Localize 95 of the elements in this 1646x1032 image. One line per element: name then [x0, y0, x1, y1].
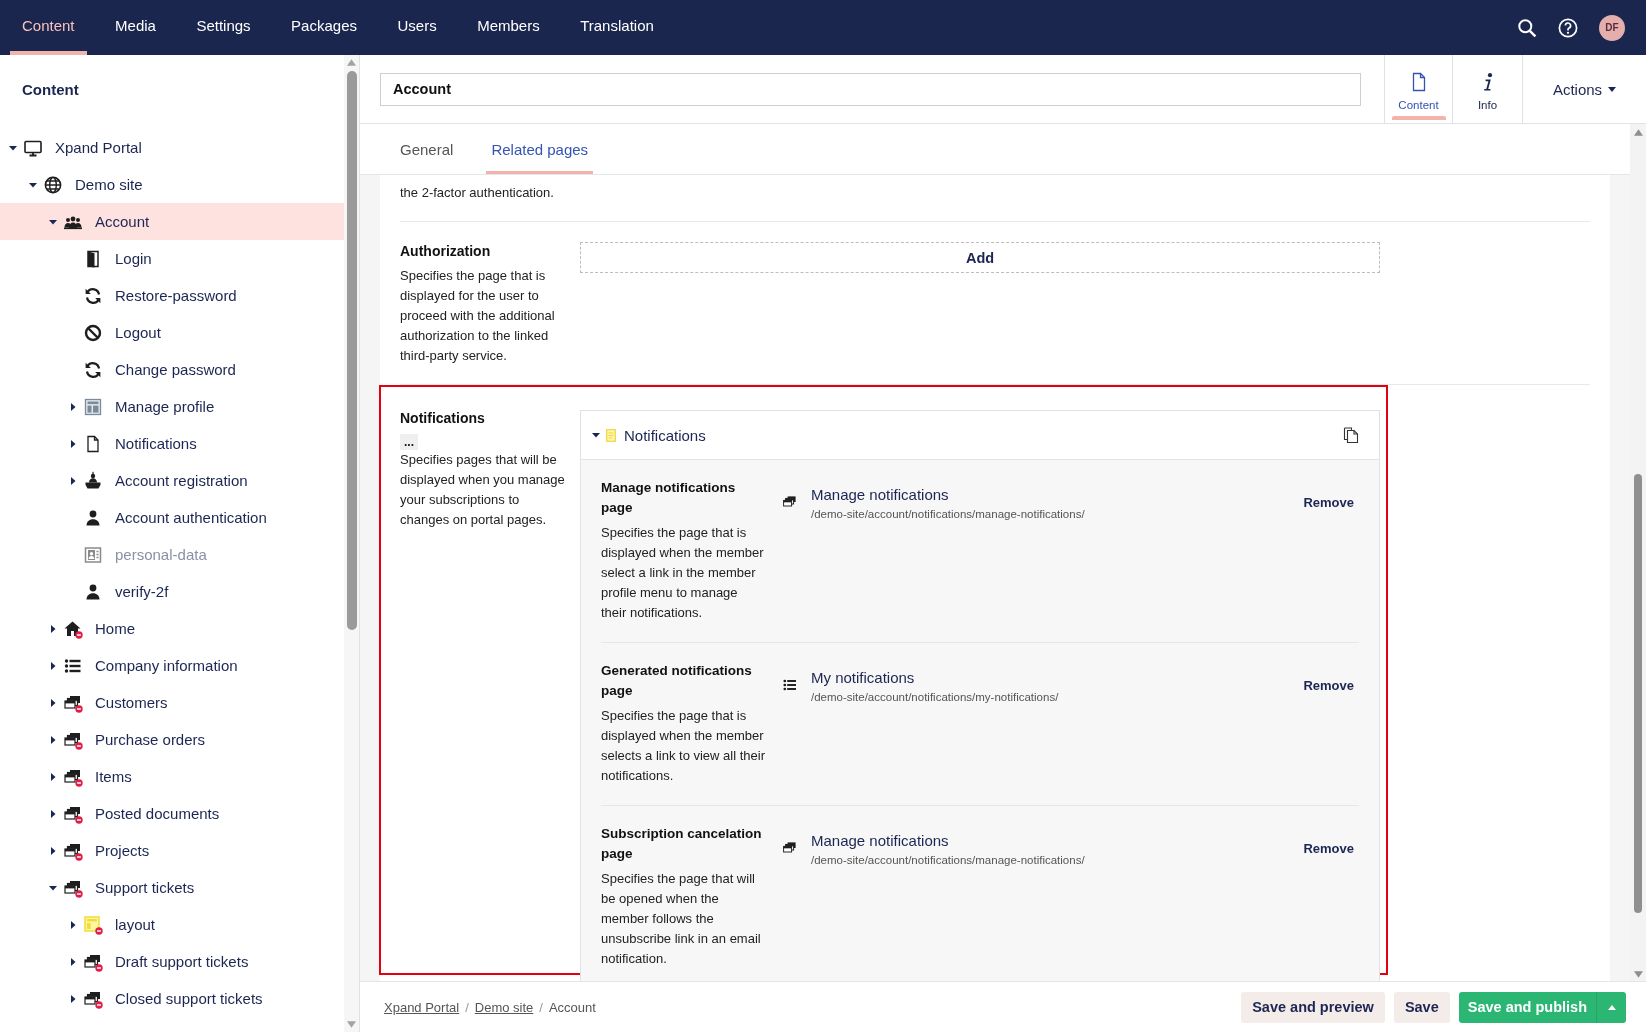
caret-icon[interactable] — [49, 661, 57, 670]
nav-tab[interactable]: Translation — [568, 0, 666, 55]
caret-icon[interactable] — [49, 809, 57, 818]
tree-item[interactable]: Login — [0, 240, 344, 277]
caret-icon[interactable] — [69, 957, 77, 966]
caret-icon[interactable] — [69, 994, 77, 1003]
help-icon[interactable] — [1558, 17, 1578, 38]
tree-item[interactable]: Change password — [0, 351, 344, 388]
caret-icon[interactable] — [49, 698, 57, 707]
scrollbar-thumb[interactable] — [1634, 474, 1642, 913]
breadcrumb-separator: / — [465, 999, 469, 1015]
tree-item[interactable]: Support tickets — [0, 869, 344, 906]
tree-item[interactable]: Manage profile — [0, 388, 344, 425]
nav-tab[interactable]: Packages — [279, 0, 369, 55]
copy-icon[interactable] — [1343, 427, 1359, 443]
scroll-down-icon[interactable] — [1633, 971, 1643, 978]
field-description: the 2-factor authentication. — [400, 184, 555, 202]
caret-icon[interactable] — [69, 439, 77, 448]
remove-button[interactable]: Remove — [1303, 493, 1354, 513]
caret-icon[interactable] — [69, 402, 77, 411]
caret-icon[interactable] — [592, 431, 600, 439]
tree-item[interactable]: Customers — [0, 684, 344, 721]
field-label: Generated notifications page — [601, 662, 753, 700]
breadcrumb-link[interactable]: Xpand Portal — [384, 999, 460, 1015]
caret-icon[interactable] — [69, 920, 77, 929]
tab[interactable]: General — [395, 124, 459, 174]
footer-button[interactable]: Save — [1393, 991, 1450, 1023]
note-icon — [606, 428, 616, 442]
linked-page-path: /demo-site/account/notifications/manage-notifications/ — [811, 507, 1085, 522]
scroll-up-icon[interactable] — [1633, 129, 1643, 136]
linked-page-path: /demo-site/account/notifications/my-notifications/ — [811, 690, 1059, 705]
caret-icon[interactable] — [49, 735, 57, 744]
tree-item[interactable]: verify-2f — [0, 573, 344, 610]
tree-item[interactable]: Closed support tickets — [0, 980, 344, 1017]
windows-icon — [782, 840, 798, 856]
caret-icon[interactable] — [49, 846, 57, 855]
sidebar-title: Content — [22, 80, 79, 100]
linked-page-path: /demo-site/account/notifications/manage-notifications/ — [811, 853, 1085, 868]
footer-button[interactable]: Save and preview — [1241, 991, 1385, 1023]
tree-item[interactable]: Posted documents — [0, 795, 344, 832]
caret-icon[interactable] — [9, 143, 17, 152]
caret-icon — [1607, 1004, 1616, 1010]
list-icon — [782, 677, 798, 693]
tree-item[interactable]: Items — [0, 758, 344, 795]
add-button[interactable]: Add — [580, 242, 1380, 273]
nav-tab[interactable]: Members — [465, 0, 552, 55]
caret-icon[interactable] — [49, 883, 57, 892]
field-description: Specifies the page that will be opened when the member follows the unsubscribe link in an email notification. — [601, 870, 762, 968]
field-description: Specifies the page that is displayed when the member select a link in the member profile menu to manage their notifications. — [601, 524, 765, 622]
breadcrumb-current: Account — [548, 999, 596, 1015]
tree-item[interactable]: Home — [0, 610, 344, 647]
linked-page-title: My notifications — [811, 668, 915, 688]
title-input[interactable]: Account — [380, 72, 1361, 106]
field-label: Authorization — [400, 242, 492, 261]
linked-page-title: Manage notifications — [811, 485, 949, 505]
tree-item[interactable]: Xpand Portal — [0, 129, 344, 166]
search-icon[interactable] — [1517, 17, 1537, 38]
caret-icon[interactable] — [69, 476, 77, 485]
remove-button[interactable]: Remove — [1303, 839, 1354, 859]
field-description: Specifies the page that is displayed for the user to proceed with the additional authorization to the linked third-party service. — [400, 267, 556, 365]
tree-item[interactable]: Logout — [0, 314, 344, 351]
breadcrumb-separator: / — [539, 999, 543, 1015]
caret-icon[interactable] — [49, 217, 57, 226]
nav-tab[interactable]: Settings — [184, 0, 263, 55]
field-label: Notifications — [400, 409, 486, 428]
remove-button[interactable]: Remove — [1303, 676, 1354, 696]
tree-item[interactable]: Account — [0, 203, 344, 240]
caret-icon — [1608, 86, 1617, 92]
user-avatar[interactable]: DF — [1599, 14, 1625, 41]
tree-item[interactable]: Demo site — [0, 166, 344, 203]
tree-item[interactable]: Draft support tickets — [0, 943, 344, 980]
nav-tab[interactable]: Media — [103, 0, 168, 55]
more-button[interactable]: ... — [400, 434, 418, 450]
windows-icon — [782, 494, 798, 510]
breadcrumb-link[interactable]: Demo site — [474, 999, 534, 1015]
tree-item[interactable]: Company information — [0, 647, 344, 684]
caret-icon[interactable] — [49, 624, 57, 633]
caret-icon[interactable] — [49, 772, 57, 781]
tree-item[interactable]: Purchase orders — [0, 721, 344, 758]
caret-icon[interactable] — [29, 180, 37, 189]
field-description: Specifies pages that will be displayed when you manage your subscriptions to changes on portal pages. — [400, 451, 566, 529]
field-description: Specifies the page that is displayed when the member selects a link to view all their notifications. — [601, 707, 766, 785]
field-label: Subscription cancelation page — [601, 825, 763, 863]
tree-item[interactable]: Notifications — [0, 425, 344, 462]
tree-item[interactable]: Account authentication — [0, 499, 344, 536]
tree-item[interactable]: Account registration — [0, 462, 344, 499]
tree-item[interactable]: layout — [0, 906, 344, 943]
tree-item[interactable]: Projects — [0, 832, 344, 869]
panel-title: Notifications — [624, 426, 706, 444]
tree-item[interactable]: Restore-password — [0, 277, 344, 314]
field-label: Manage notifications page — [601, 479, 737, 517]
linked-page-title: Manage notifications — [811, 831, 949, 851]
scrollbar-thumb[interactable] — [346, 71, 357, 630]
nav-tab[interactable]: Users — [385, 0, 449, 55]
more-options-button[interactable] — [1596, 991, 1626, 1023]
